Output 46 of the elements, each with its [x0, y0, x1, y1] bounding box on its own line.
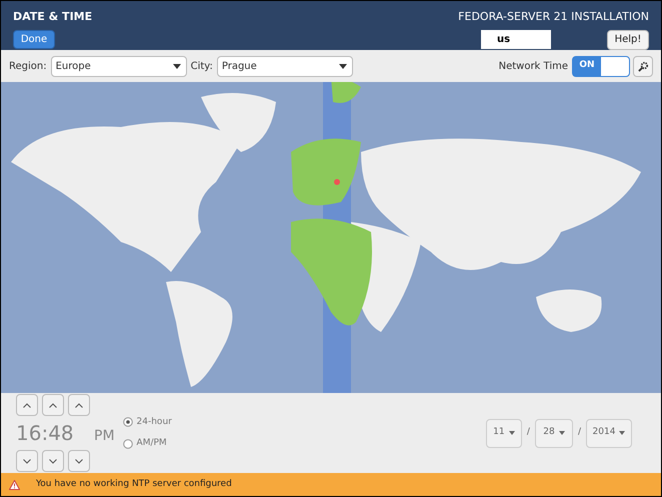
- decrement-button[interactable]: [16, 450, 38, 472]
- increment-button[interactable]: [68, 394, 90, 416]
- decrement-button[interactable]: [68, 450, 90, 472]
- date-dropdown[interactable]: 11: [486, 418, 522, 448]
- city-dropdown[interactable]: Prague: [216, 56, 353, 76]
- network-time-label: Network Time: [498, 60, 568, 74]
- decrement-button[interactable]: [42, 450, 64, 472]
- product-title: FEDORA-SERVER 21 INSTALLATION: [458, 9, 649, 25]
- radio-button[interactable]: [122, 438, 133, 449]
- chevron-down-icon: [49, 458, 57, 464]
- done-button[interactable]: Done: [13, 30, 55, 48]
- chevron-up-icon: [23, 402, 31, 408]
- region-value: Europe: [56, 60, 91, 74]
- help-button[interactable]: Help!: [607, 30, 649, 50]
- date-separator: /: [526, 426, 530, 440]
- dropdown-arrow-icon: [619, 431, 626, 435]
- region-dropdown[interactable]: Europe: [50, 56, 187, 76]
- chevron-down-icon: [23, 458, 31, 464]
- radio-button[interactable]: [122, 417, 133, 428]
- dropdown-arrow-icon: [508, 431, 515, 435]
- time-display: 16:48: [16, 420, 75, 447]
- network-time-switch[interactable]: ON: [572, 56, 630, 76]
- warning-icon: [9, 480, 20, 490]
- chevron-up-icon: [49, 402, 57, 408]
- chevron-up-icon: [75, 402, 83, 408]
- dropdown-arrow-icon: [558, 431, 565, 435]
- keyboard-layout-field[interactable]: us: [481, 30, 551, 49]
- date-dropdown[interactable]: 28: [534, 418, 573, 448]
- warning-message: You have no working NTP server configured: [36, 478, 232, 491]
- am-pm-indicator: PM: [94, 427, 115, 446]
- increment-button[interactable]: [16, 394, 38, 416]
- city-value: Prague: [222, 60, 257, 74]
- dropdown-arrow-icon: [338, 64, 347, 68]
- increment-button[interactable]: [42, 394, 64, 416]
- city-label: City:: [190, 60, 213, 74]
- date-dropdown[interactable]: 2014: [586, 418, 632, 448]
- screen-title: DATE & TIME: [13, 9, 92, 25]
- region-label: Region:: [9, 60, 47, 74]
- dropdown-arrow-icon: [172, 64, 181, 68]
- switch-label: ON: [573, 56, 601, 76]
- time-format-label: 24-hour: [136, 416, 172, 428]
- settings-button[interactable]: [633, 56, 653, 76]
- settings-icon: [638, 60, 648, 72]
- date-separator: /: [578, 426, 581, 440]
- time-format-label: AM/PM: [136, 437, 167, 450]
- chevron-down-icon: [75, 458, 83, 464]
